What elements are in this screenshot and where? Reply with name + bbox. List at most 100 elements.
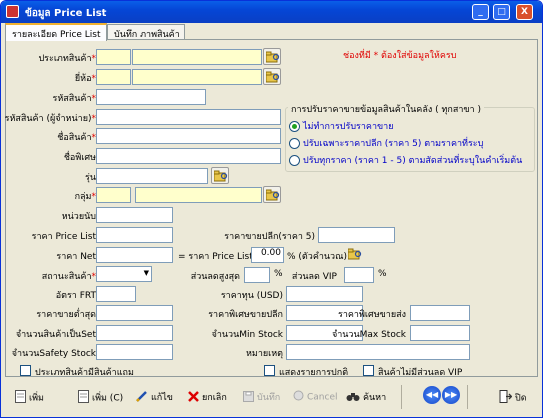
radio-no-adjust[interactable]: ไม่ทำการปรับราคาขาย: [289, 119, 393, 133]
calc-button[interactable]: [346, 246, 362, 263]
qty-per-set-field[interactable]: [96, 325, 173, 341]
special-wholesale-price-field[interactable]: [410, 305, 470, 321]
cancel-edit-button[interactable]: ยกเลิก: [186, 387, 231, 407]
cancel-button[interactable]: Cancel: [291, 387, 342, 407]
folder-search-icon: [348, 248, 362, 260]
formula-suffix: % (ตัวคำนวณ): [287, 252, 347, 262]
close-button[interactable]: X: [516, 4, 533, 20]
max-stock-field[interactable]: [410, 325, 470, 341]
vip-discount-label: ส่วนลด VIP: [291, 272, 337, 282]
exit-button[interactable]: ปิด: [497, 387, 531, 407]
vendor-product-code-label: รหัสสินค้า (ผู้จำหน่าย)*: [4, 114, 96, 124]
group-name-field[interactable]: [135, 187, 262, 203]
bottom-toolbar: เพิ่ม เพิ่ม (C) แก้ไข ยกเลิก บันทึก Canc…: [1, 379, 542, 417]
brand-code-field[interactable]: [96, 69, 131, 85]
model-field[interactable]: [96, 168, 208, 184]
vip-discount-unit: %: [378, 269, 387, 279]
product-type-name-field[interactable]: [132, 49, 262, 65]
remark-field[interactable]: [286, 344, 470, 360]
gift-product-label: ประเภทสินค้ามีสินค้าแถม: [35, 368, 134, 378]
product-type-label: ประเภทสินค้า*: [38, 54, 96, 64]
extra-name-label: ชื่อพิเศษ: [63, 153, 96, 163]
vip-discount-field[interactable]: [344, 267, 374, 283]
save-button[interactable]: บันทึก: [241, 387, 284, 407]
product-type-browse-button[interactable]: [263, 48, 281, 65]
radio-indicator: [289, 138, 300, 149]
price-list-field[interactable]: [96, 227, 173, 243]
radio-indicator: [289, 121, 300, 132]
minimize-button[interactable]: _: [472, 4, 489, 20]
radio-indicator: [289, 155, 300, 166]
remark-label: หมายเหตุ: [245, 349, 283, 359]
product-status-select[interactable]: ▼: [96, 266, 152, 282]
extra-name-field[interactable]: [96, 148, 281, 164]
folder-search-icon: [266, 71, 280, 83]
copy-document-icon: [78, 390, 89, 406]
model-browse-button[interactable]: [211, 167, 229, 184]
binoculars-icon: [346, 391, 360, 405]
special-wholesale-price-label: ราคาพิเศษขายส่ง: [338, 310, 406, 320]
brand-name-field[interactable]: [132, 69, 262, 85]
chevron-down-icon: ▼: [143, 269, 149, 277]
radio-adjust-retail[interactable]: ปรับเฉพาะราคาปลีก (ราคา 5) ตามราคาที่ระบ…: [289, 136, 483, 150]
safety-stock-label: จำนวนSafety Stock: [11, 349, 96, 359]
show-normal-checkbox[interactable]: [264, 365, 275, 376]
cost-usd-field[interactable]: [286, 286, 363, 302]
add-button[interactable]: เพิ่ม: [13, 387, 48, 407]
safety-stock-field[interactable]: [96, 344, 173, 360]
vendor-product-code-field[interactable]: [96, 109, 281, 125]
tab-price-list-detail[interactable]: รายละเอียด Price List: [5, 23, 107, 41]
fast-forward-icon: ▶▶: [444, 390, 458, 399]
radio-adjust-all[interactable]: ปรับทุกราคา (ราคา 1 - 5) ตามสัดส่วนที่ระ…: [289, 153, 522, 167]
retail-price5-label: ราคาขายปลีก(ราคา 5): [224, 232, 315, 242]
pencil-icon: [136, 390, 148, 405]
exit-door-icon: [499, 390, 513, 406]
toolbar-separator: [401, 385, 402, 409]
min-sale-price-label: ราคาขายต่ำสุด: [36, 310, 96, 320]
group-code-field[interactable]: [96, 187, 131, 203]
max-stock-label: จำนวนMax Stock: [331, 330, 406, 340]
app-icon: [6, 5, 19, 18]
cost-usd-label: ราคาทุน (USD): [220, 291, 283, 301]
product-status-label: สถานะสินค้า*: [41, 272, 96, 282]
min-stock-label: จำนวนMin Stock: [211, 330, 283, 340]
product-name-field[interactable]: [96, 128, 281, 144]
frt-rate-label: อัตรา FRT: [55, 291, 96, 301]
previous-record-button[interactable]: ◀◀: [423, 386, 441, 404]
max-discount-label: ส่วนลดสูงสุด: [190, 272, 240, 282]
brand-browse-button[interactable]: [263, 68, 281, 85]
undo-icon: [293, 390, 304, 404]
toolbar-separator: [467, 385, 468, 409]
folder-search-icon: [266, 189, 280, 201]
tab-product-images[interactable]: บันทึก ภาพสินค้า: [107, 24, 185, 40]
group-browse-button[interactable]: [263, 186, 281, 203]
unit-field[interactable]: [96, 207, 173, 223]
group-label: กลุ่ม*: [74, 192, 96, 202]
next-record-button[interactable]: ▶▶: [442, 386, 460, 404]
gift-product-checkbox[interactable]: [20, 365, 31, 376]
model-label: รุ่น: [85, 173, 96, 183]
product-name-label: ชื่อสินค้า*: [57, 133, 96, 143]
new-document-icon: [15, 390, 26, 406]
no-vip-discount-checkbox[interactable]: [363, 365, 374, 376]
search-button[interactable]: ค้นหา: [344, 387, 390, 407]
max-discount-field[interactable]: [244, 267, 270, 283]
edit-button[interactable]: แก้ไข: [134, 387, 177, 407]
product-type-code-field[interactable]: [96, 49, 131, 65]
brand-label: ยี่ห้อ*: [74, 74, 96, 84]
retail-price5-field[interactable]: [318, 227, 395, 243]
price-list-window: ข้อมูล Price List _ □ X รายละเอียด Price…: [0, 0, 543, 418]
net-price-field[interactable]: [96, 247, 173, 263]
frt-rate-field[interactable]: [96, 286, 136, 302]
floppy-disk-icon: [243, 390, 254, 405]
product-code-field[interactable]: [96, 89, 206, 105]
formula-percent-field[interactable]: 0.00: [251, 247, 284, 263]
required-note: ช่องที่มี * ต้องใส่ข้อมูลให้ครบ: [343, 51, 457, 61]
maximize-button[interactable]: □: [493, 4, 510, 20]
folder-search-icon: [266, 51, 280, 63]
min-sale-price-field[interactable]: [96, 305, 173, 321]
copy-add-button[interactable]: เพิ่ม (C): [76, 387, 127, 407]
price-list-label: ราคา Price List: [31, 232, 96, 242]
rewind-icon: ◀◀: [425, 390, 439, 399]
product-code-label: รหัสสินค้า*: [52, 94, 96, 104]
